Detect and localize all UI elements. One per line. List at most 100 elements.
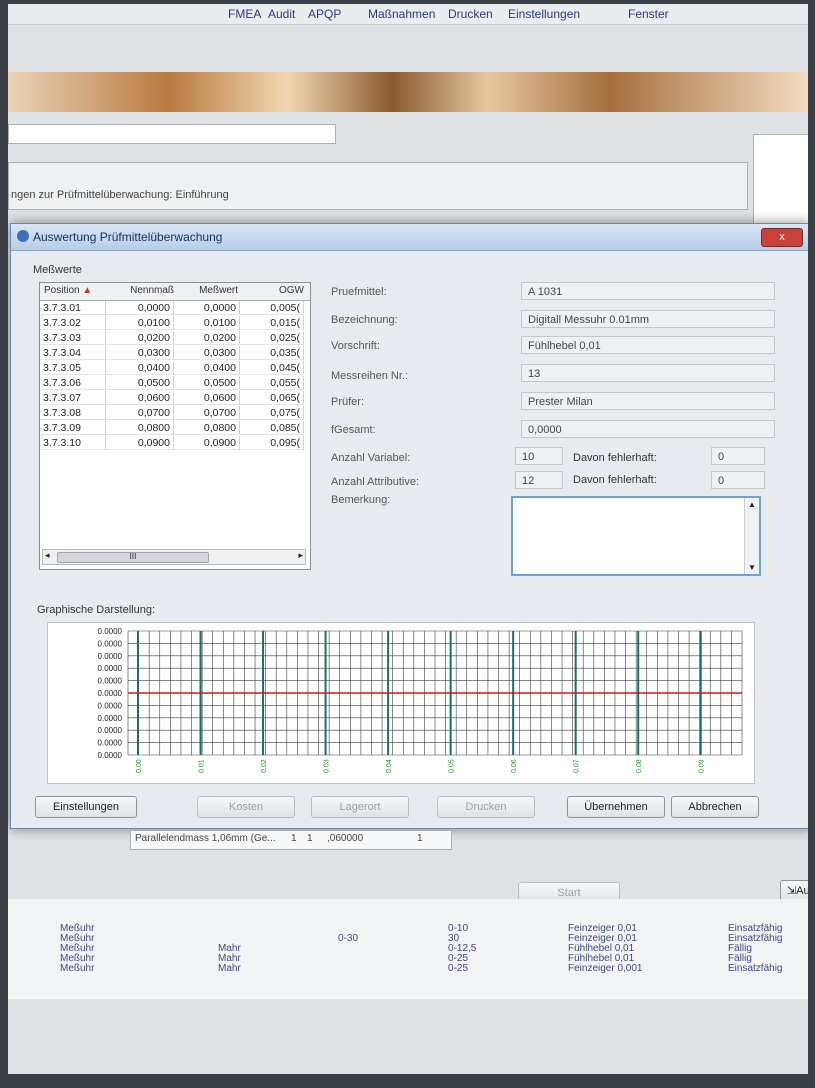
- messreihe-field[interactable]: 13: [521, 364, 775, 382]
- x-tick-label: 0.07: [574, 759, 581, 773]
- data-point: [449, 692, 452, 694]
- x-tick-label: 0.06: [511, 759, 518, 773]
- table-cell: 0,075(: [240, 406, 304, 420]
- table-cell: 0,0800: [174, 421, 240, 435]
- data-point: [199, 692, 202, 694]
- auswertung-dialog: Auswertung Prüfmittelüberwachung x Meßwe…: [10, 223, 808, 829]
- scroll-right-icon[interactable]: ▸: [298, 550, 303, 561]
- anzahl-attributive-field[interactable]: 12: [515, 471, 563, 489]
- background-search-field[interactable]: [8, 124, 336, 144]
- table-row[interactable]: 3.7.3.10 0,0900 0,0900 0,095(: [40, 436, 310, 451]
- table-cell: 0,0000: [174, 301, 240, 315]
- x-tick-label: 0.00: [136, 759, 143, 773]
- close-button[interactable]: x: [761, 228, 803, 247]
- fgesamt-label: fGesamt:: [331, 424, 376, 436]
- table-cell: 0,0700: [174, 406, 240, 420]
- anzahl-variabel-label: Anzahl Variabel:: [331, 452, 411, 464]
- fgesamt-field[interactable]: 0,0000: [521, 420, 775, 438]
- pruefmittel-field[interactable]: A 1031: [521, 282, 775, 300]
- horizontal-scrollbar[interactable]: ◂ III ▸: [42, 549, 306, 565]
- lagerort-button[interactable]: Lagerort: [311, 796, 409, 818]
- table-cell: 0,0500: [174, 376, 240, 390]
- vorschrift-label: Vorschrift:: [331, 340, 380, 352]
- column-header-position[interactable]: Position ▲: [44, 285, 92, 296]
- table-row[interactable]: 3.7.3.01 0,0000 0,0000 0,005(: [40, 301, 310, 316]
- davon-fehlerhaft-attributive-field[interactable]: 0: [711, 471, 765, 489]
- menu-massnahmen[interactable]: Maßnahmen: [368, 7, 435, 21]
- column-header-nennmass[interactable]: Nennmaß: [106, 285, 174, 296]
- column-header-messwert[interactable]: Meßwert: [178, 285, 238, 296]
- menu-fenster[interactable]: Fenster: [628, 7, 669, 21]
- y-tick-label: 0.0000: [98, 664, 123, 673]
- table-cell: 0,005(: [240, 301, 304, 315]
- menu-fmea[interactable]: FMEA: [228, 7, 261, 21]
- background-list-cell: Einsatzfähig: [728, 963, 783, 974]
- table-cell: 0,0900: [106, 436, 174, 450]
- table-cell: 0,0600: [174, 391, 240, 405]
- scroll-up-icon[interactable]: ▲: [748, 500, 756, 509]
- pruefer-label: Prüfer:: [331, 396, 365, 408]
- data-point: [262, 692, 264, 694]
- table-cell: 0,0900: [174, 436, 240, 450]
- pruefmittel-label: Pruefmittel:: [331, 286, 387, 298]
- table-row[interactable]: 3.7.3.07 0,0600 0,0600 0,065(: [40, 391, 310, 406]
- table-cell: 0,055(: [240, 376, 304, 390]
- background-list-cell: 0-25: [448, 963, 469, 974]
- menu-drucken[interactable]: Drucken: [448, 7, 493, 21]
- messreihe-label: Messreihen Nr.:: [331, 370, 409, 382]
- kosten-button[interactable]: Kosten: [197, 796, 295, 818]
- davon-fehlerhaft-attributive-label: Davon fehlerhaft:: [573, 474, 657, 486]
- data-point: [699, 692, 702, 694]
- x-tick-label: 0.01: [199, 759, 206, 773]
- table-row[interactable]: 3.7.3.08 0,0700 0,0700 0,075(: [40, 406, 310, 421]
- pruefer-field[interactable]: Prester Milan: [521, 392, 775, 410]
- table-cell: 3.7.3.07: [40, 391, 106, 405]
- uebernehmen-button[interactable]: Übernehmen: [567, 796, 665, 818]
- table-cell: 0,0500: [106, 376, 174, 390]
- table-cell: 0,0600: [106, 391, 174, 405]
- abbrechen-button[interactable]: Abbrechen: [671, 796, 759, 818]
- einstellungen-button[interactable]: Einstellungen: [35, 796, 137, 818]
- table-cell: 0,0200: [174, 331, 240, 345]
- background-list: Meßuhr 0-10 Feinzeiger 0,01 Einsatzfähig Meß…: [8, 899, 808, 999]
- table-row[interactable]: 3.7.3.09 0,0800 0,0800 0,085(: [40, 421, 310, 436]
- y-tick-label: 0.0000: [98, 726, 123, 735]
- messwerte-table: Position ▲ Nennmaß Meßwert OGW 3.7.3.01 0…: [39, 282, 311, 570]
- bemerkung-textarea[interactable]: ▲ ▼: [511, 496, 761, 576]
- menu-audit[interactable]: Audit: [268, 7, 295, 21]
- scroll-left-icon[interactable]: ◂: [45, 550, 50, 561]
- x-tick-label: 0.03: [324, 759, 331, 773]
- menu-apqp[interactable]: APQP: [308, 7, 341, 21]
- y-tick-label: 0.0000: [98, 627, 123, 636]
- table-row[interactable]: 3.7.3.06 0,0500 0,0500 0,055(: [40, 376, 310, 391]
- dialog-title: Auswertung Prüfmittelüberwachung: [33, 230, 223, 244]
- table-cell: 0,095(: [240, 436, 304, 450]
- background-intro-box: ngen zur Prüfmittelüberwachung: Einführu…: [8, 162, 748, 210]
- background-list-cell: Meßuhr: [60, 963, 95, 974]
- header-banner: [8, 72, 808, 112]
- vorschrift-field[interactable]: Fühlhebel 0,01: [521, 336, 775, 354]
- table-row[interactable]: 3.7.3.05 0,0400 0,0400 0,045(: [40, 361, 310, 376]
- scroll-thumb[interactable]: III: [57, 552, 209, 563]
- table-cell: 3.7.3.06: [40, 376, 106, 390]
- davon-fehlerhaft-variabel-field[interactable]: 0: [711, 447, 765, 465]
- data-point: [512, 692, 514, 694]
- scroll-down-icon[interactable]: ▼: [748, 563, 756, 572]
- table-cell: 0,0700: [106, 406, 174, 420]
- bezeichnung-field[interactable]: Digitall Messuhr 0.01mm: [521, 310, 775, 328]
- table-row[interactable]: 3.7.3.04 0,0300 0,0300 0,035(: [40, 346, 310, 361]
- background-list-cell: Mahr: [218, 963, 241, 974]
- menu-einstellungen[interactable]: Einstellungen: [508, 7, 580, 21]
- app-icon: [17, 230, 29, 242]
- memo-scrollbar[interactable]: ▲ ▼: [744, 498, 759, 574]
- y-tick-label: 0.0000: [98, 714, 123, 723]
- table-row[interactable]: 3.7.3.03 0,0200 0,0200 0,025(: [40, 331, 310, 346]
- sort-asc-icon: ▲: [82, 285, 93, 296]
- x-tick-label: 0.08: [636, 759, 643, 773]
- column-header-ogw[interactable]: OGW: [246, 285, 304, 296]
- drucken-button[interactable]: Drucken: [437, 796, 535, 818]
- table-row[interactable]: 3.7.3.02 0,0100 0,0100 0,015(: [40, 316, 310, 331]
- anzahl-variabel-field[interactable]: 10: [515, 447, 563, 465]
- y-tick-label: 0.0000: [98, 701, 123, 710]
- davon-fehlerhaft-label: Davon fehlerhaft:: [573, 452, 657, 464]
